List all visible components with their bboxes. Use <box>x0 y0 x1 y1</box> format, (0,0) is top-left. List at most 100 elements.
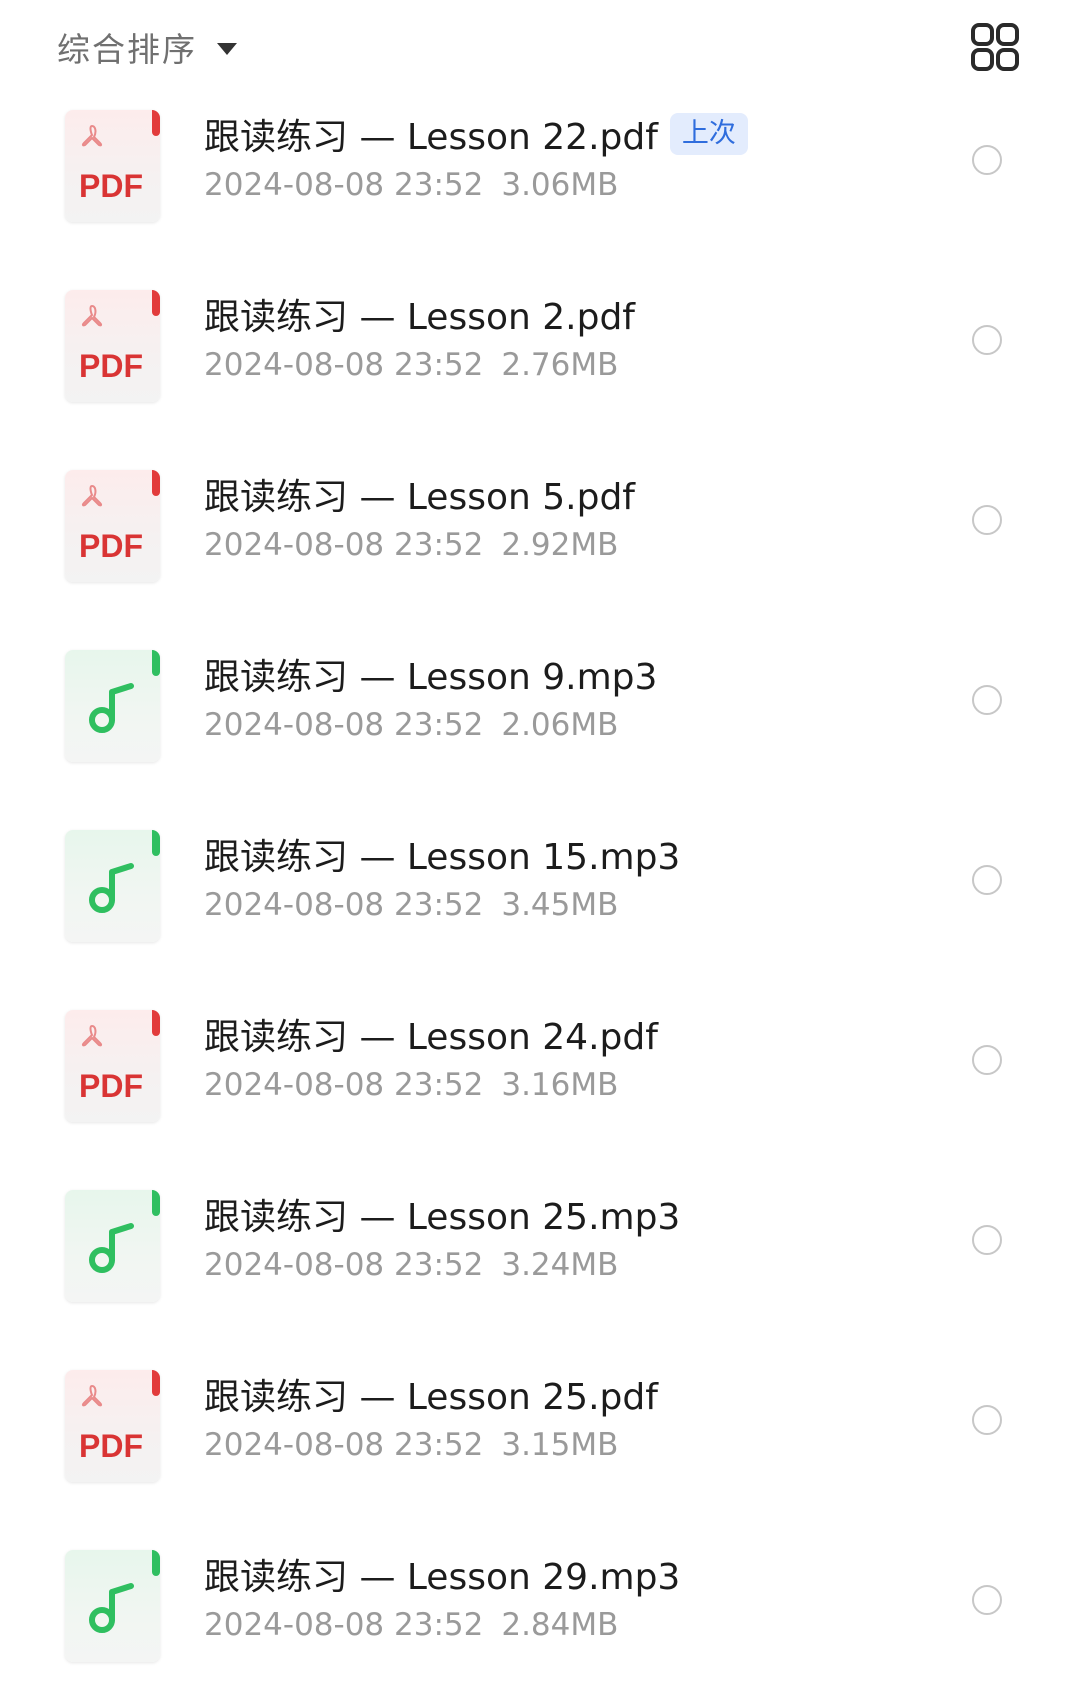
file-meta: 2024-08-08 23:52 3.45MB <box>204 883 924 927</box>
file-size: 2.06MB <box>501 707 619 743</box>
file-meta: 2024-08-08 23:52 2.92MB <box>204 523 924 567</box>
file-name: 跟读练习 — Lesson 2.pdf <box>204 297 635 338</box>
music-note-icon <box>89 1223 134 1273</box>
select-radio[interactable] <box>972 865 1002 895</box>
pdf-file-thumbnail: PDF <box>65 1010 160 1122</box>
file-meta: 2024-08-08 23:52 2.84MB <box>204 1603 924 1647</box>
file-name-line: 跟读练习 — Lesson 25.pdf <box>204 1365 924 1423</box>
file-info: 跟读练习 — Lesson 5.pdf 2024-08-08 23:52 2.92… <box>204 465 924 567</box>
file-info: 跟读练习 — Lesson 2.pdf 2024-08-08 23:52 2.76… <box>204 285 924 387</box>
file-row-8[interactable]: PDF 跟读练习 — Lesson 25.pdf 2024-08-08 23:5… <box>0 1355 1080 1535</box>
pdf-file-thumbnail: PDF <box>65 470 160 582</box>
acrobat-icon <box>81 304 103 327</box>
file-name-line: 跟读练习 — Lesson 2.pdf <box>204 285 924 343</box>
audio-file-thumbnail <box>65 1550 160 1662</box>
last-opened-badge: 上次 <box>669 113 748 155</box>
select-radio[interactable] <box>972 145 1002 175</box>
file-name: 跟读练习 — Lesson 25.pdf <box>204 1377 658 1418</box>
file-info: 跟读练习 — Lesson 25.pdf 2024-08-08 23:52 3.1… <box>204 1365 924 1467</box>
file-info: 跟读练习 — Lesson 15.mp3 2024-08-08 23:52 3.4… <box>204 825 924 927</box>
select-radio[interactable] <box>972 1045 1002 1075</box>
select-radio[interactable] <box>972 505 1002 535</box>
file-meta: 2024-08-08 23:52 2.06MB <box>204 703 924 747</box>
file-name: 跟读练习 — Lesson 5.pdf <box>204 477 635 518</box>
file-meta: 2024-08-08 23:52 2.76MB <box>204 343 924 387</box>
file-name-line: 跟读练习 — Lesson 24.pdf <box>204 1005 924 1063</box>
file-date: 2024-08-08 23:52 <box>204 1607 484 1643</box>
pdf-type-label: PDF <box>79 1068 143 1104</box>
thumbnail-corner-tab <box>152 650 160 676</box>
file-date: 2024-08-08 23:52 <box>204 1247 484 1283</box>
file-date: 2024-08-08 23:52 <box>204 1427 484 1463</box>
file-size: 2.76MB <box>501 347 619 383</box>
file-name-line: 跟读练习 — Lesson 22.pdf 上次 <box>204 105 924 163</box>
file-name: 跟读练习 — Lesson 15.mp3 <box>204 837 681 878</box>
thumbnail-corner-tab <box>152 290 160 316</box>
file-size: 3.06MB <box>501 167 619 203</box>
file-meta: 2024-08-08 23:52 3.16MB <box>204 1063 924 1107</box>
pdf-type-label: PDF <box>79 168 143 204</box>
thumbnail-corner-tab <box>152 1190 160 1216</box>
acrobat-icon <box>81 484 103 507</box>
file-info: 跟读练习 — Lesson 29.mp3 2024-08-08 23:52 2.8… <box>204 1545 924 1647</box>
music-note-icon <box>89 863 134 913</box>
file-size: 2.84MB <box>501 1607 619 1643</box>
file-row-4[interactable]: 跟读练习 — Lesson 9.mp3 2024-08-08 23:52 2.06… <box>0 635 1080 815</box>
file-row-5[interactable]: 跟读练习 — Lesson 15.mp3 2024-08-08 23:52 3.4… <box>0 815 1080 995</box>
file-date: 2024-08-08 23:52 <box>204 1067 484 1103</box>
file-name: 跟读练习 — Lesson 29.mp3 <box>204 1557 681 1598</box>
file-name-line: 跟读练习 — Lesson 9.mp3 <box>204 645 924 703</box>
file-meta: 2024-08-08 23:52 3.06MB <box>204 163 924 207</box>
file-name-line: 跟读练习 — Lesson 15.mp3 <box>204 825 924 883</box>
thumbnail-corner-tab <box>152 1550 160 1576</box>
file-row-1[interactable]: PDF 跟读练习 — Lesson 22.pdf 上次 2024-08-08 2… <box>0 95 1080 275</box>
file-date: 2024-08-08 23:52 <box>204 707 484 743</box>
pdf-type-label: PDF <box>79 1428 143 1464</box>
file-size: 3.16MB <box>501 1067 619 1103</box>
grid-view-toggle-button[interactable] <box>970 22 1020 72</box>
thumbnail-corner-tab <box>152 830 160 856</box>
file-name-line: 跟读练习 — Lesson 25.mp3 <box>204 1185 924 1243</box>
select-radio[interactable] <box>972 1225 1002 1255</box>
audio-file-thumbnail <box>65 830 160 942</box>
pdf-type-label: PDF <box>79 348 143 384</box>
music-note-icon <box>89 683 134 733</box>
file-row-2[interactable]: PDF 跟读练习 — Lesson 2.pdf 2024-08-08 23:52… <box>0 275 1080 455</box>
file-name: 跟读练习 — Lesson 25.mp3 <box>204 1197 681 1238</box>
file-name: 跟读练习 — Lesson 24.pdf <box>204 1017 658 1058</box>
acrobat-icon <box>81 1384 103 1407</box>
grid-view-icon <box>971 23 1019 71</box>
file-row-6[interactable]: PDF 跟读练习 — Lesson 24.pdf 2024-08-08 23:5… <box>0 995 1080 1175</box>
file-name-line: 跟读练习 — Lesson 5.pdf <box>204 465 924 523</box>
file-date: 2024-08-08 23:52 <box>204 167 484 203</box>
pdf-type-label: PDF <box>79 528 143 564</box>
file-meta: 2024-08-08 23:52 3.15MB <box>204 1423 924 1467</box>
file-name-line: 跟读练习 — Lesson 29.mp3 <box>204 1545 924 1603</box>
file-row-3[interactable]: PDF 跟读练习 — Lesson 5.pdf 2024-08-08 23:52… <box>0 455 1080 635</box>
select-radio[interactable] <box>972 1585 1002 1615</box>
file-size: 3.24MB <box>501 1247 619 1283</box>
file-row-7[interactable]: 跟读练习 — Lesson 25.mp3 2024-08-08 23:52 3.2… <box>0 1175 1080 1355</box>
file-info: 跟读练习 — Lesson 22.pdf 上次 2024-08-08 23:52… <box>204 105 924 207</box>
caret-down-icon <box>217 42 237 55</box>
file-list: PDF 跟读练习 — Lesson 22.pdf 上次 2024-08-08 2… <box>0 95 1080 1690</box>
file-info: 跟读练习 — Lesson 25.mp3 2024-08-08 23:52 3.2… <box>204 1185 924 1287</box>
file-name: 跟读练习 — Lesson 9.mp3 <box>204 657 658 698</box>
thumbnail-corner-tab <box>152 1370 160 1396</box>
list-header: 综合排序 <box>0 0 1080 95</box>
thumbnail-corner-tab <box>152 110 160 136</box>
file-size: 3.45MB <box>501 887 619 923</box>
file-info: 跟读练习 — Lesson 9.mp3 2024-08-08 23:52 2.06… <box>204 645 924 747</box>
thumbnail-corner-tab <box>152 1010 160 1036</box>
select-radio[interactable] <box>972 685 1002 715</box>
select-radio[interactable] <box>972 325 1002 355</box>
file-row-9[interactable]: 跟读练习 — Lesson 29.mp3 2024-08-08 23:52 2.8… <box>0 1535 1080 1690</box>
music-note-icon <box>89 1583 134 1633</box>
file-date: 2024-08-08 23:52 <box>204 347 484 383</box>
file-size: 2.92MB <box>501 527 619 563</box>
select-radio[interactable] <box>972 1405 1002 1435</box>
file-list-page: 综合排序 PDF 跟读练习 — Lesson 22.pdf 上次 2024-08… <box>0 0 1080 1690</box>
pdf-file-thumbnail: PDF <box>65 110 160 222</box>
file-date: 2024-08-08 23:52 <box>204 527 484 563</box>
sort-dropdown-button[interactable]: 综合排序 <box>57 22 237 72</box>
